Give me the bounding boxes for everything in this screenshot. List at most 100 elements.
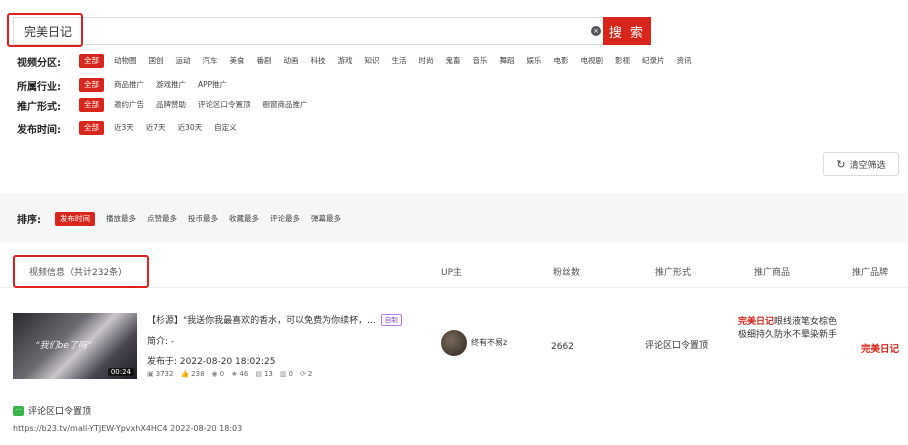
- filter-label: 推广形式:: [17, 101, 61, 113]
- filter-option[interactable]: 近3天: [114, 121, 134, 135]
- stat-value: 13: [263, 370, 273, 378]
- filter-option[interactable]: 汽车: [203, 54, 218, 68]
- up-name[interactable]: 终有不易z: [471, 337, 507, 348]
- filter-option[interactable]: 橱窗商品推广: [263, 98, 308, 112]
- sort-bar: 排序: 发布时间 播放最多 点赞最多 投币最多 收藏最多 评论最多 弹幕最多: [0, 193, 908, 243]
- sort-option[interactable]: 弹幕最多: [311, 212, 341, 226]
- sort-option[interactable]: 点赞最多: [147, 212, 177, 226]
- filter-option[interactable]: 游戏: [338, 54, 353, 68]
- col-promo-brand: 推广品牌: [852, 268, 889, 278]
- promo-brand: 完美日记: [861, 344, 900, 355]
- fans-count: 2662: [551, 342, 574, 352]
- clear-filters-button[interactable]: ↻ 清空筛选: [823, 152, 899, 176]
- filter-option[interactable]: 番剧: [257, 54, 272, 68]
- filter-option[interactable]: 游戏推广: [156, 78, 186, 92]
- highlight-video-count: [13, 255, 149, 288]
- filter-label: 视频分区:: [17, 57, 61, 69]
- promo-product[interactable]: 完美日记眼线液笔女棕色极细持久防水不晕染新手: [738, 316, 838, 342]
- filter-option[interactable]: 全部: [79, 98, 104, 112]
- stat-icon: ▤: [255, 370, 262, 378]
- filter-option[interactable]: 近7天: [146, 121, 166, 135]
- sort-option[interactable]: 发布时间: [55, 211, 95, 226]
- filter-option[interactable]: 品牌赞助: [156, 98, 186, 112]
- video-publish-time: 发布于: 2022-08-20 18:02:25: [147, 357, 276, 367]
- stat-icon: ▣: [147, 370, 154, 378]
- promo-link[interactable]: https://b23.tv/mall-YTJEW-YpvxhX4HC4 202…: [13, 424, 242, 433]
- stat-icon: ★: [231, 370, 238, 378]
- stat-item: ◉ 0: [212, 370, 225, 378]
- stat-value: 238: [191, 370, 205, 378]
- filter-option[interactable]: 运动: [176, 54, 191, 68]
- sort-option[interactable]: 收藏最多: [229, 212, 259, 226]
- stat-item: ⟳ 2: [300, 370, 312, 378]
- search-button[interactable]: 搜 索: [603, 17, 651, 45]
- sort-option[interactable]: 投币最多: [188, 212, 218, 226]
- filter-option[interactable]: 资讯: [677, 54, 692, 68]
- filter-option[interactable]: APP推广: [198, 78, 227, 92]
- stat-value: 3732: [155, 370, 174, 378]
- filter-option[interactable]: 影视: [615, 54, 630, 68]
- filter-option[interactable]: 近30天: [178, 121, 203, 135]
- filter-option[interactable]: 知识: [365, 54, 380, 68]
- video-title-line: 【杉源】"我送你我最喜欢的香水，可以免费为你续杯，... 自制: [147, 313, 402, 326]
- stat-icon: ▥: [279, 370, 287, 378]
- video-title[interactable]: 【杉源】"我送你我最喜欢的香水，可以免费为你续杯，...: [147, 313, 376, 326]
- stat-item: ▣ 3732: [147, 370, 173, 378]
- stat-item: ★ 46: [231, 370, 248, 378]
- search-bar: × 搜 索: [13, 17, 657, 45]
- up-avatar[interactable]: [441, 330, 467, 356]
- stat-value: 0: [219, 370, 225, 378]
- video-thumbnail[interactable]: “我们be了吗” 00:24: [13, 313, 137, 379]
- filter-option[interactable]: 自定义: [214, 121, 237, 135]
- filter-option[interactable]: 美食: [230, 54, 245, 68]
- promo-type: 评论区口令置顶: [645, 341, 709, 351]
- col-promo-product: 推广商品: [754, 268, 791, 278]
- filter-option[interactable]: 音乐: [473, 54, 488, 68]
- comment-pin: ··· 评论区口令置顶: [13, 404, 91, 417]
- product-keyword: 完美日记: [738, 317, 775, 327]
- sort-label: 排序:: [17, 215, 41, 226]
- filter-option[interactable]: 动画: [284, 54, 299, 68]
- filter-option[interactable]: 全部: [79, 78, 104, 92]
- sort-option[interactable]: 播放最多: [106, 212, 136, 226]
- filter-option[interactable]: 纪录片: [642, 54, 665, 68]
- stat-icon: ◉: [211, 370, 218, 378]
- filter-option[interactable]: 鬼畜: [446, 54, 461, 68]
- stat-item: ▤ 13: [255, 370, 273, 378]
- filter-option[interactable]: 娱乐: [527, 54, 542, 68]
- filter-row: 所属行业: 全部 商品推广 游戏推广 APP推广: [17, 78, 239, 93]
- filter-option[interactable]: 科技: [311, 54, 326, 68]
- video-stats: ▣ 3732 👍 238 ◉ 0 ★ 46 ▤ 13 ▥ 0 ⟳ 2: [147, 370, 319, 378]
- comment-icon: ···: [13, 405, 24, 416]
- filter-option[interactable]: 全部: [79, 54, 104, 68]
- comment-pin-label: 评论区口令置顶: [28, 407, 92, 417]
- filter-option[interactable]: 动物圈: [114, 54, 137, 68]
- video-duration: 00:24: [107, 368, 134, 376]
- filter-option[interactable]: 全部: [79, 121, 104, 135]
- filter-option[interactable]: 电视剧: [581, 54, 604, 68]
- filter-option[interactable]: 商品推广: [114, 78, 144, 92]
- filter-option[interactable]: 电影: [554, 54, 569, 68]
- filter-label: 所属行业:: [17, 81, 61, 93]
- filter-option[interactable]: 评论区口令置顶: [198, 98, 251, 112]
- highlight-search-term: [7, 13, 83, 47]
- stat-value: 46: [239, 370, 249, 378]
- filter-option[interactable]: 国创: [149, 54, 164, 68]
- clear-search-icon[interactable]: ×: [591, 26, 601, 36]
- filter-option[interactable]: 时尚: [419, 54, 434, 68]
- filter-label: 发布时间:: [17, 124, 61, 136]
- filter-option[interactable]: 邀约广告: [114, 98, 144, 112]
- sort-option[interactable]: 评论最多: [270, 212, 300, 226]
- filter-row: 推广形式: 全部 邀约广告 品牌赞助 评论区口令置顶 橱窗商品推广: [17, 98, 320, 113]
- filter-option[interactable]: 生活: [392, 54, 407, 68]
- original-badge: 自制: [380, 313, 402, 326]
- video-intro: 简介: -: [147, 337, 175, 347]
- stat-value: 2: [307, 370, 313, 378]
- filter-row: 视频分区: 全部 动物圈 国创 运动 汽车 美食 番剧 动画 科技 游戏 知识 生活 时尚 鬼畜 音乐 舞蹈 娱乐…: [17, 54, 704, 69]
- search-input[interactable]: [13, 17, 603, 45]
- col-up: UP主: [441, 268, 463, 278]
- filter-option[interactable]: 舞蹈: [500, 54, 515, 68]
- col-promo-type: 推广形式: [655, 268, 692, 278]
- stat-value: 0: [288, 370, 293, 378]
- filter-row: 发布时间: 全部 近3天 近7天 近30天 自定义: [17, 121, 249, 136]
